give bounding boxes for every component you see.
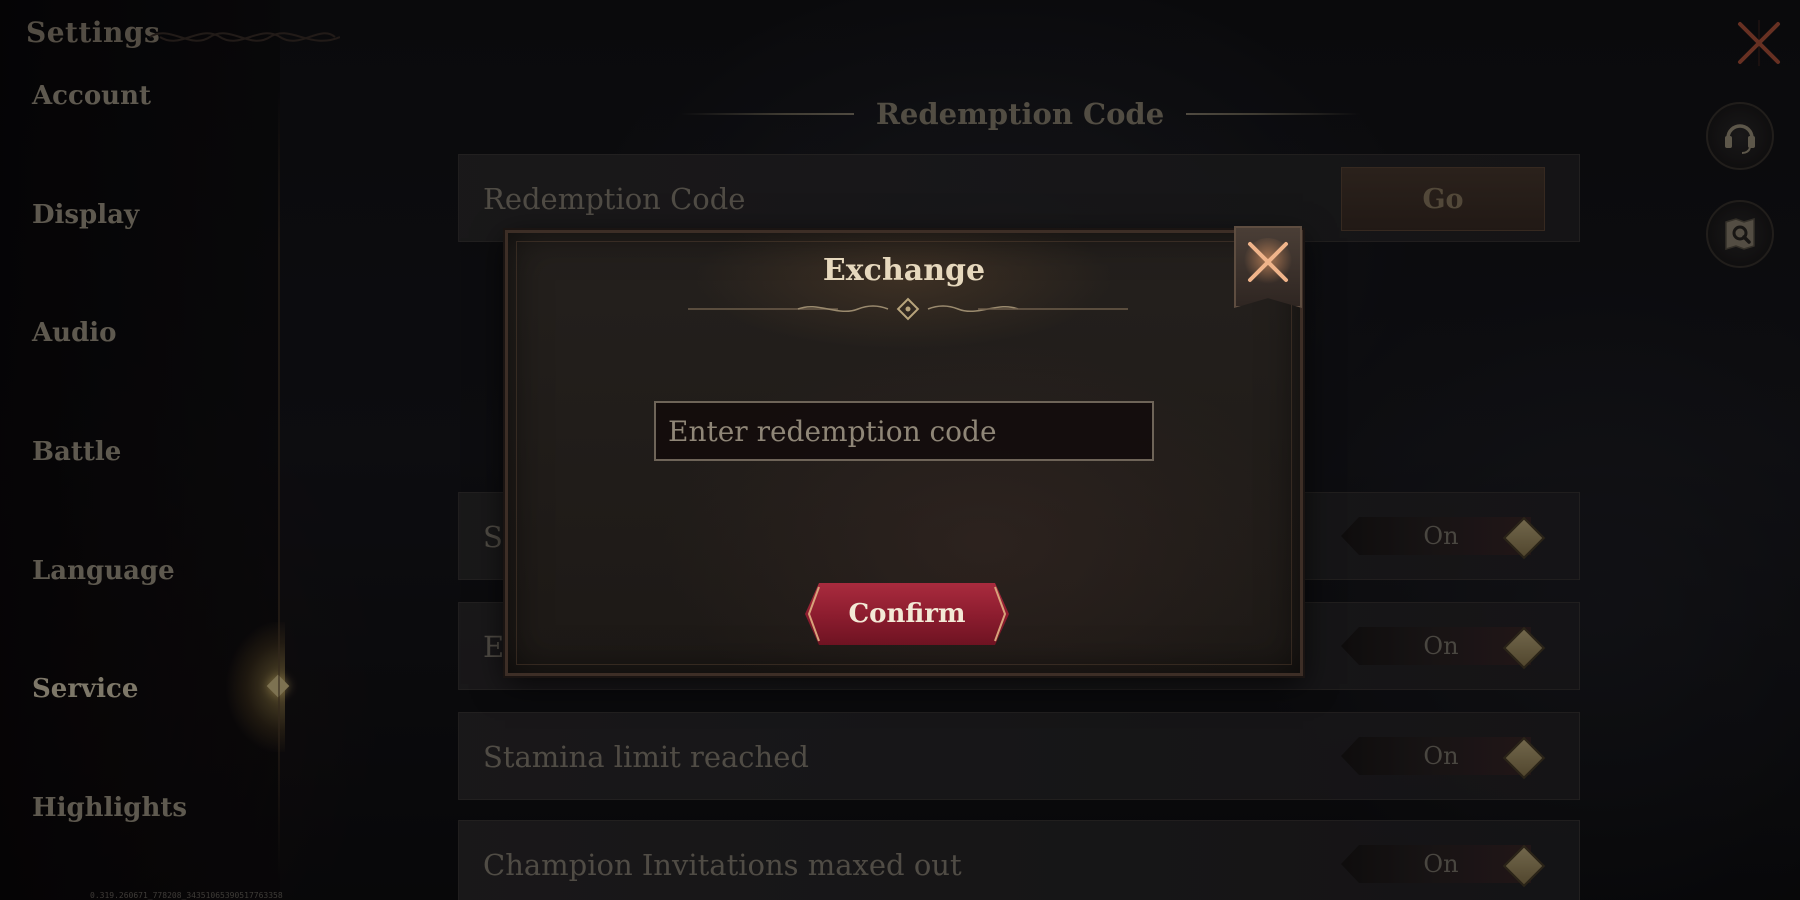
redemption-code-input[interactable] (654, 401, 1154, 461)
dialog-title: Exchange (822, 253, 986, 288)
confirm-button[interactable]: Confirm (805, 583, 1009, 645)
settings-screen: Settings Account Display Audio Battle La… (0, 0, 1800, 900)
title-ornament-icon (688, 297, 1128, 321)
exchange-dialog: Exchange Confirm (505, 230, 1303, 676)
dialog-close-button[interactable] (1234, 226, 1302, 308)
close-icon (1244, 238, 1292, 286)
